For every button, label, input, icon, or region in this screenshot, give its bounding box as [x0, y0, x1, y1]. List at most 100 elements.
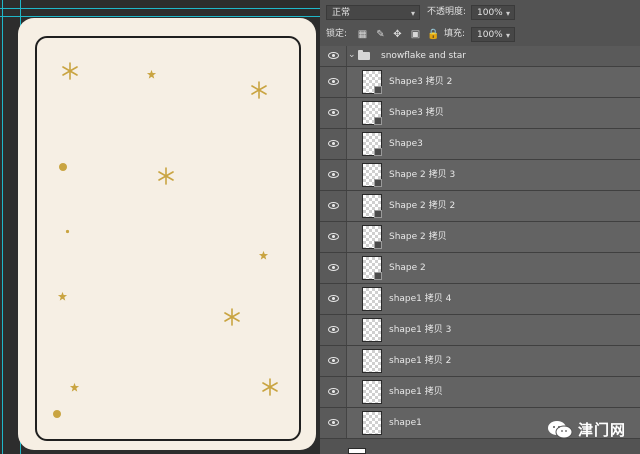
chevron-down-icon: ▾: [410, 9, 415, 18]
eye-icon: [328, 109, 339, 116]
layer-row[interactable]: shape1 拷贝 2: [320, 346, 640, 377]
layer-row[interactable]: Shape 2 拷贝 2: [320, 191, 640, 222]
layer-name: shape1 拷贝 2: [389, 356, 452, 366]
layer-row[interactable]: Shape 2 拷贝 3: [320, 160, 640, 191]
visibility-toggle[interactable]: [320, 408, 347, 438]
layer-name: Shape 2 拷贝 3: [389, 170, 456, 180]
lock-transparent-pixels-icon[interactable]: ▦: [357, 29, 368, 40]
shape-layer-icon: [374, 117, 382, 125]
star-icon[interactable]: [258, 250, 269, 261]
visibility-toggle[interactable]: [320, 315, 347, 345]
lock-all-icon[interactable]: 🔒: [427, 29, 439, 40]
snowflake-icon[interactable]: [249, 80, 269, 100]
snowflake-icon[interactable]: [260, 377, 280, 397]
guide-line-vertical: [2, 0, 3, 454]
visibility-toggle[interactable]: [320, 191, 347, 221]
layer-thumbnail: [362, 411, 382, 435]
dot-icon[interactable]: [65, 229, 70, 234]
lock-position-icon[interactable]: ✥: [392, 29, 403, 40]
snowflake-icon[interactable]: [156, 166, 176, 186]
guide-line-horizontal: [0, 8, 320, 9]
eye-icon: [328, 140, 339, 147]
layer-thumbnail: [362, 256, 382, 280]
visibility-toggle[interactable]: [320, 98, 347, 128]
watermark: 津门网: [547, 419, 626, 440]
layer-thumbnail: [362, 194, 382, 218]
guide-line-horizontal: [0, 16, 320, 17]
layer-name: Shape3 拷贝 2: [389, 77, 453, 87]
document-canvas[interactable]: [0, 0, 320, 454]
layer-row[interactable]: Shape3 拷贝: [320, 98, 640, 129]
layer-row[interactable]: shape1 拷贝 4: [320, 284, 640, 315]
visibility-toggle[interactable]: [320, 284, 347, 314]
snowflake-icon[interactable]: [222, 307, 242, 327]
layer-name: Shape 2 拷贝: [389, 232, 447, 242]
layer-name: shape1 拷贝: [389, 387, 443, 397]
visibility-toggle[interactable]: [320, 253, 347, 283]
eye-icon: [328, 295, 339, 302]
layer-row[interactable]: Shape 2: [320, 253, 640, 284]
star-icon[interactable]: [69, 382, 80, 393]
eye-icon: [328, 326, 339, 333]
fill-label: 填充:: [444, 29, 466, 39]
blend-mode-value: 正常: [332, 8, 351, 18]
eye-icon: [328, 264, 339, 271]
folder-icon: [358, 50, 370, 60]
layer-name: shape1: [389, 418, 422, 428]
chevron-down-icon: ▾: [505, 31, 510, 40]
layer-name: Shape3: [389, 139, 423, 149]
layers-list: ⌄ snowflake and star Shape3 拷贝 2 Shape3 …: [320, 46, 640, 439]
layer-row[interactable]: shape1 拷贝 3: [320, 315, 640, 346]
dot-icon[interactable]: [58, 162, 68, 172]
layer-name: Shape 2: [389, 263, 426, 273]
eye-icon: [328, 419, 339, 426]
opacity-label: 不透明度:: [427, 7, 467, 17]
layers-panel: 正常 ▾ 不透明度: 100% ▾ 锁定: ▦ ✎ ✥ ▣ 🔒 填充: 100%…: [320, 0, 640, 454]
opacity-value: 100%: [477, 8, 503, 18]
layer-name: Shape3 拷贝: [389, 108, 444, 118]
eye-icon: [328, 52, 339, 59]
visibility-toggle[interactable]: [320, 67, 347, 97]
layer-thumbnail: [362, 318, 382, 342]
eye-icon: [328, 233, 339, 240]
visibility-toggle[interactable]: [320, 222, 347, 252]
visibility-toggle[interactable]: [320, 129, 347, 159]
visibility-toggle[interactable]: [320, 377, 347, 407]
card-artwork[interactable]: [18, 18, 316, 450]
dot-icon[interactable]: [52, 409, 62, 419]
star-icon[interactable]: [57, 291, 68, 302]
layer-thumbnail: [362, 380, 382, 404]
opacity-input[interactable]: 100% ▾: [471, 5, 515, 20]
layer-group-name: snowflake and star: [381, 51, 466, 61]
layer-thumbnail: [362, 287, 382, 311]
layer-row[interactable]: Shape3: [320, 129, 640, 160]
lock-fill-row: 锁定: ▦ ✎ ✥ ▣ 🔒 填充: 100% ▾: [320, 24, 640, 46]
layer-thumbnail: [362, 101, 382, 125]
watermark-text: 津门网: [577, 421, 626, 439]
layer-group-row[interactable]: ⌄ snowflake and star: [320, 46, 640, 67]
chevron-down-icon[interactable]: ⌄: [348, 50, 356, 60]
shape-layer-icon: [374, 86, 382, 94]
lock-artboard-icon[interactable]: ▣: [410, 29, 421, 40]
shape-layer-icon: [374, 210, 382, 218]
visibility-toggle[interactable]: [320, 46, 347, 66]
layer-thumbnail: [348, 448, 366, 454]
visibility-toggle[interactable]: [320, 160, 347, 190]
layer-row[interactable]: Shape3 拷贝 2: [320, 67, 640, 98]
layer-thumbnail: [362, 132, 382, 156]
snowflake-icon[interactable]: [60, 61, 80, 81]
wechat-icon: [547, 420, 573, 438]
layer-row[interactable]: Shape 2 拷贝: [320, 222, 640, 253]
layer-row[interactable]: shape1 拷贝: [320, 377, 640, 408]
fill-input[interactable]: 100% ▾: [471, 27, 515, 42]
layer-thumbnail: [362, 225, 382, 249]
star-icon[interactable]: [146, 69, 157, 80]
fill-value: 100%: [477, 30, 503, 40]
visibility-toggle[interactable]: [320, 346, 347, 376]
lock-image-pixels-icon[interactable]: ✎: [375, 29, 386, 40]
eye-icon: [328, 202, 339, 209]
layer-name: shape1 拷贝 3: [389, 325, 452, 335]
blend-mode-select[interactable]: 正常 ▾: [326, 5, 420, 20]
layer-thumbnail: [362, 70, 382, 94]
shape-layer-icon: [374, 241, 382, 249]
